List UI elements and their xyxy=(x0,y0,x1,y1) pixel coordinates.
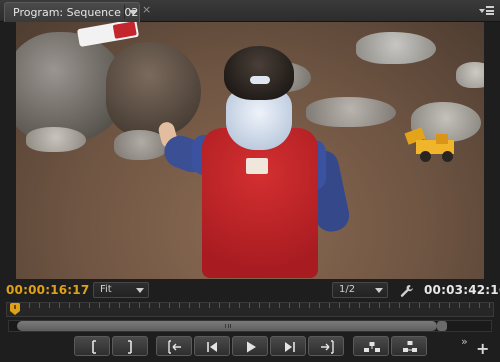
time-ruler[interactable] xyxy=(6,302,494,317)
lift-button[interactable] xyxy=(353,336,389,356)
scrollbar-end-handle[interactable] xyxy=(437,321,447,331)
wrench-icon[interactable] xyxy=(400,283,414,297)
step-forward-icon xyxy=(285,342,295,352)
go-to-in-button[interactable] xyxy=(156,336,192,356)
grip-icon xyxy=(225,324,231,328)
extract-icon xyxy=(403,341,417,352)
tab-close-icon[interactable]: × xyxy=(142,4,151,16)
go-to-out-icon xyxy=(321,340,334,354)
zoom-level-select[interactable]: Fit xyxy=(93,282,149,298)
go-to-out-button[interactable] xyxy=(308,336,344,356)
step-forward-button[interactable] xyxy=(270,336,306,356)
sequence-dropdown-icon[interactable] xyxy=(124,5,138,19)
sequence-duration: 00:03:42:16 xyxy=(424,283,500,297)
mark-in-icon xyxy=(92,340,96,354)
go-to-in-icon xyxy=(168,340,181,354)
more-buttons-icon[interactable]: » xyxy=(461,335,468,348)
panel-menu-icon[interactable] xyxy=(478,4,496,18)
step-back-button[interactable] xyxy=(194,336,230,356)
playback-resolution-select[interactable]: 1/2 xyxy=(332,282,388,298)
program-video-frame[interactable] xyxy=(16,22,484,279)
mark-out-icon xyxy=(128,340,132,354)
chevron-down-icon xyxy=(375,288,383,293)
step-back-icon xyxy=(207,342,217,352)
playhead-marker-icon[interactable] xyxy=(10,303,20,315)
playback-resolution-value: 1/2 xyxy=(339,284,356,295)
play-stop-button[interactable] xyxy=(232,336,268,356)
chevron-down-icon xyxy=(136,288,144,293)
scrollbar-thumb[interactable] xyxy=(17,321,437,331)
tab-program-monitor[interactable]: Program: Sequence 02 xyxy=(4,2,140,22)
mark-in-button[interactable] xyxy=(74,336,110,356)
lift-icon xyxy=(364,342,380,352)
add-button-icon[interactable]: + xyxy=(476,341,489,357)
mark-out-button[interactable] xyxy=(112,336,148,356)
zoom-level-value: Fit xyxy=(100,284,112,295)
tab-label: Program: Sequence 02 xyxy=(13,6,139,19)
current-timecode[interactable]: 00:00:16:17 xyxy=(6,283,89,297)
panel-header: Program: Sequence 02 × xyxy=(0,0,500,22)
zoom-scrollbar[interactable] xyxy=(8,320,492,332)
extract-button[interactable] xyxy=(391,336,427,356)
play-icon xyxy=(247,341,256,353)
